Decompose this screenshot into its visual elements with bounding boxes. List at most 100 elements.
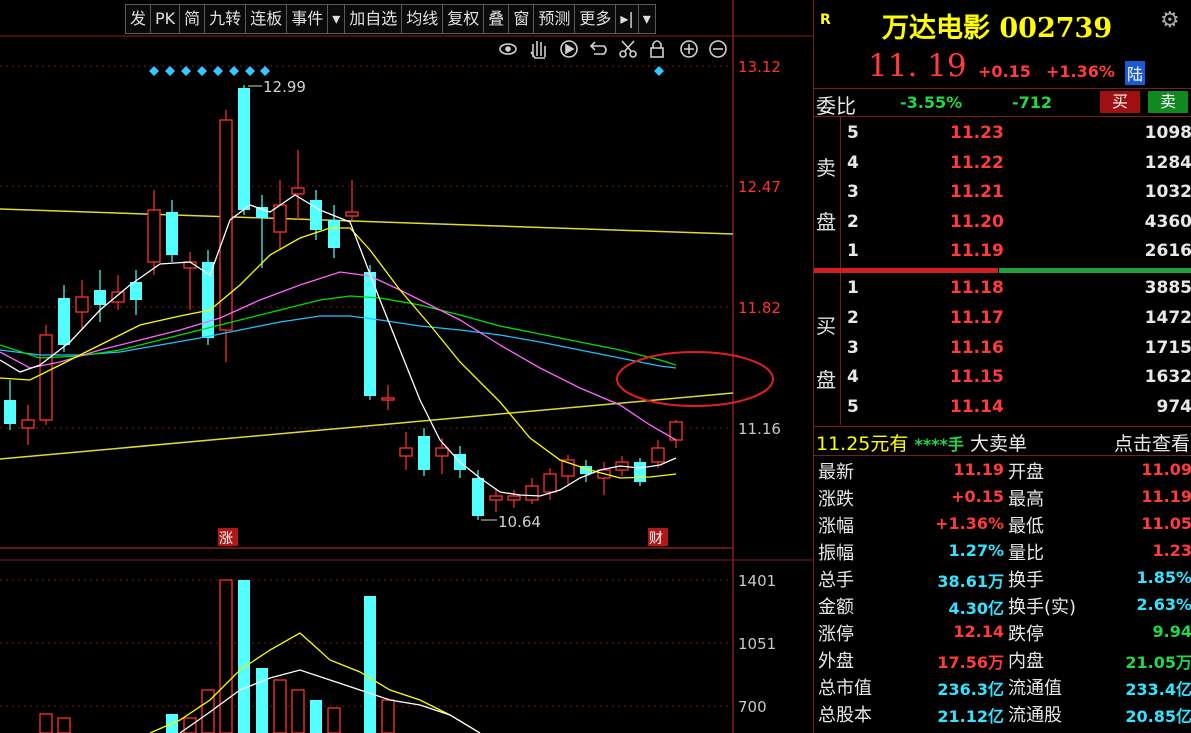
lock-icon[interactable] [650,40,664,58]
candle-body[interactable] [111,291,125,303]
eye-icon[interactable] [499,43,517,55]
stat-value: 11.09 [1141,460,1191,479]
candle-body[interactable] [525,485,539,501]
candle-body[interactable] [345,211,359,217]
ask-row[interactable]: 5 11.23 1098 [814,119,1191,148]
candle-body[interactable] [39,334,53,421]
candle-body[interactable] [435,447,449,457]
zoom-out-icon[interactable] [709,40,727,58]
tb-jiuzhuan[interactable]: 九转 [205,5,247,33]
candle-body[interactable] [75,296,89,313]
candle-body[interactable] [381,397,395,401]
undo-icon[interactable] [589,41,607,55]
tb-fa[interactable]: 发 [126,5,152,33]
candle-body[interactable] [364,272,376,396]
gear-icon[interactable]: ⚙ [1160,8,1180,33]
weibi-diff: -712 [1012,93,1053,112]
stat-label: 涨跌 [818,489,854,510]
candle-body[interactable] [651,447,665,463]
volume-bar [256,668,268,733]
stat-label: 总手 [818,570,854,591]
candle-body[interactable] [4,400,16,424]
zoom-in-icon[interactable] [680,40,698,58]
bid-row[interactable]: 4 11.15 1632 [814,363,1191,392]
tb-jian[interactable]: 简 [180,5,206,33]
ask-row[interactable]: 1 11.19 2616 [814,237,1191,266]
stat-row: 最新 11.19 开盘 11.09 [818,458,1191,485]
bid-row[interactable]: 3 11.16 1715 [814,334,1191,363]
scissors-icon[interactable] [619,40,637,58]
tb-collapse[interactable]: ▸| [616,5,639,33]
stat-value: 21.05万 [1125,653,1191,672]
candle-body[interactable] [418,436,430,470]
ask-row[interactable]: 2 11.20 4360 [814,208,1191,237]
sell-button[interactable]: 卖 [1148,91,1188,113]
stat-row: 总手 38.61万 换手 1.85% [818,566,1191,593]
candle-body[interactable] [130,282,142,300]
candle-body[interactable] [489,495,503,501]
price-tick: 11.82 [738,299,781,317]
stat-value: 11.19 [953,460,1004,479]
stat-value: 11.19 [1141,487,1191,506]
big-order-link[interactable]: 点击查看 [1114,429,1190,456]
hand-icon[interactable] [530,41,546,59]
ask-row[interactable]: 4 11.22 1284 [814,149,1191,178]
stat-value: 12.14 [953,622,1004,641]
candle-body[interactable] [291,187,305,195]
candle-body[interactable] [58,298,70,345]
tb-shijian[interactable]: 事件 [287,5,329,33]
candle-body[interactable] [273,204,287,233]
trend-line[interactable] [0,392,734,460]
tb-lianban[interactable]: 连板 [246,5,288,33]
stat-row: 振幅 1.27% 量比 1.23 [818,539,1191,566]
tb-add-watchlist[interactable]: 加自选 [345,5,403,33]
candle-body[interactable] [94,290,106,305]
candle-body[interactable] [507,495,521,501]
buy-button[interactable]: 买 [1100,91,1140,113]
candle-body[interactable] [634,462,646,482]
bid-row[interactable]: 2 11.17 1472 [814,304,1191,333]
play-icon[interactable] [560,40,578,58]
ask-row[interactable]: 3 11.21 1032 [814,178,1191,207]
tb-overlay[interactable]: 叠 [484,5,510,33]
stat-value: 2.63% [1136,595,1191,614]
candle-body[interactable] [543,473,557,493]
tb-more[interactable]: 更多 [575,5,617,33]
big-order-banner[interactable]: 11.25元有 ****手 大卖单 点击查看 [816,429,1191,455]
tb-fuquan[interactable]: 复权 [443,5,485,33]
stat-label: 内盘 [1008,651,1044,672]
tb-ma[interactable]: 均线 [402,5,444,33]
volume-bar [327,707,341,733]
stat-row: 涨跌 +0.15 最高 11.19 [818,485,1191,512]
stat-row: 总股本 21.12亿 流通股 20.85亿 [818,701,1191,728]
volume-bar [310,700,322,733]
candle-body[interactable] [166,212,178,255]
candle-body[interactable] [238,88,250,210]
stat-row: 总市值 236.3亿 流通值 233.4亿 [818,674,1191,701]
tb-window[interactable]: 窗 [509,5,535,33]
candle-body[interactable] [147,209,161,263]
tb-more-dropdown[interactable]: ▾ [639,5,655,33]
tb-forecast[interactable]: 预测 [534,5,576,33]
chart-toolbar: 发 PK 简 九转 连板 事件 ▾ 加自选 均线 复权 叠 窗 预测 更多 ▸|… [125,4,656,34]
event-marker-cai[interactable]: 财 [649,531,663,547]
candle-body[interactable] [21,419,35,429]
bid-row[interactable]: 1 11.18 3885 [814,274,1191,303]
volume-bar [364,596,376,733]
candle-body[interactable] [328,220,340,248]
bid-row[interactable]: 5 11.14 974 [814,393,1191,422]
event-marker-zhang[interactable]: 涨 [219,531,233,547]
stock-chart[interactable]: 13.12 12.47 11.82 11.16 1401 1051 700 12… [0,0,813,733]
tb-pk[interactable]: PK [151,5,181,33]
candle-body[interactable] [219,119,233,331]
trend-line[interactable] [0,208,734,235]
candle-body[interactable] [399,447,413,457]
stat-row: 金额 4.30亿 换手(实) 2.63% [818,593,1191,620]
stat-value: 1.85% [1136,568,1191,587]
exchange-badge: 陆 [1125,61,1146,85]
volume-tick: 1401 [738,572,776,590]
ma30-line [0,295,677,366]
tb-shijian-dropdown[interactable]: ▾ [328,5,346,33]
candle-body[interactable] [472,478,484,516]
stat-label: 流通值 [1008,678,1062,699]
